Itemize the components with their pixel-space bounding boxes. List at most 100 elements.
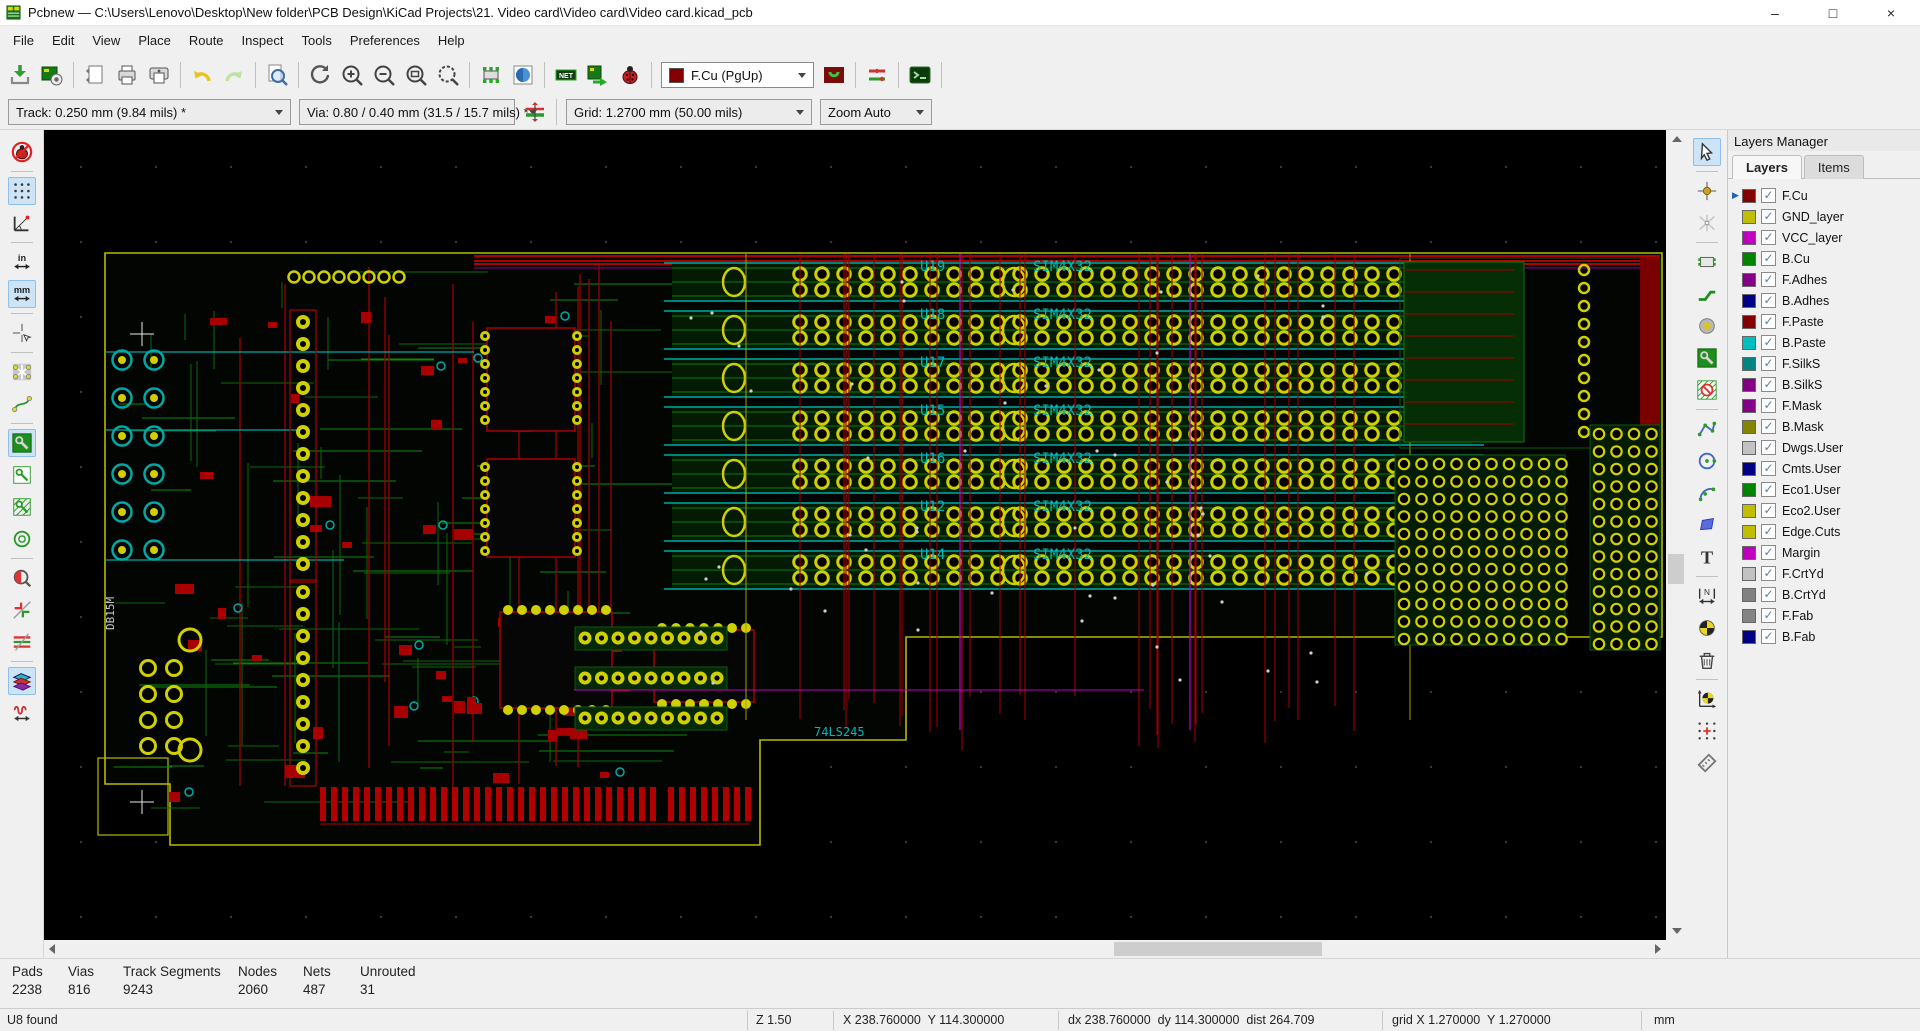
layer-color-swatch[interactable] xyxy=(1742,546,1756,560)
layer-row-gnd_layer[interactable]: ✓GND_layer xyxy=(1732,206,1920,227)
redo-icon[interactable] xyxy=(219,60,249,90)
add-dimension-icon[interactable]: N xyxy=(1693,582,1721,610)
menu-preferences[interactable]: Preferences xyxy=(341,29,429,52)
zone-filled-icon[interactable] xyxy=(8,429,36,457)
place-footprint-icon[interactable] xyxy=(1693,248,1721,276)
find-icon[interactable] xyxy=(262,60,292,90)
pcb-canvas[interactable]: U19SIM4X32U18SIM4X32U17SIM4X32U15SIM4X32… xyxy=(44,130,1666,940)
layer-visibility-checkbox[interactable]: ✓ xyxy=(1761,629,1776,644)
layer-color-swatch[interactable] xyxy=(1742,609,1756,623)
layer-row-f.fab[interactable]: ✓F.Fab xyxy=(1732,605,1920,626)
layer-color-swatch[interactable] xyxy=(1742,399,1756,413)
draw-line-icon[interactable] xyxy=(1693,415,1721,443)
layer-visibility-checkbox[interactable]: ✓ xyxy=(1761,524,1776,539)
layer-color-swatch[interactable] xyxy=(1742,210,1756,224)
3d-viewer-icon[interactable] xyxy=(508,60,538,90)
auto-track-width-icon[interactable] xyxy=(520,97,550,127)
horizontal-scrollbar[interactable] xyxy=(44,940,1666,958)
layer-row-f.mask[interactable]: ✓F.Mask xyxy=(1732,395,1920,416)
menu-inspect[interactable]: Inspect xyxy=(233,29,293,52)
layers-stack-icon[interactable] xyxy=(8,667,36,695)
layer-visibility-checkbox[interactable]: ✓ xyxy=(1761,293,1776,308)
draw-polygon-icon[interactable] xyxy=(1693,511,1721,539)
layer-color-swatch[interactable] xyxy=(1742,189,1756,203)
layer-color-swatch[interactable] xyxy=(1742,441,1756,455)
refresh-icon[interactable] xyxy=(305,60,335,90)
add-text-icon[interactable]: T xyxy=(1693,543,1721,571)
layer-color-swatch[interactable] xyxy=(1742,378,1756,392)
track-width-select[interactable]: Track: 0.250 mm (9.84 mils) * xyxy=(8,99,291,125)
via-size-select[interactable]: Via: 0.80 / 0.40 mm (31.5 / 15.7 mils) * xyxy=(299,99,515,125)
draw-circle-icon[interactable] xyxy=(1693,447,1721,475)
zoom-selection-icon[interactable] xyxy=(433,60,463,90)
layer-visibility-checkbox[interactable]: ✓ xyxy=(1761,482,1776,497)
layer-visibility-checkbox[interactable]: ✓ xyxy=(1761,608,1776,623)
print-icon[interactable] xyxy=(112,60,142,90)
layer-row-b.silks[interactable]: ✓B.SilkS xyxy=(1732,374,1920,395)
layer-visibility-checkbox[interactable]: ✓ xyxy=(1761,335,1776,350)
layer-visibility-checkbox[interactable]: ✓ xyxy=(1761,461,1776,476)
layer-row-b.crtyd[interactable]: ✓B.CrtYd xyxy=(1732,584,1920,605)
layer-row-f.paste[interactable]: ✓F.Paste xyxy=(1732,311,1920,332)
page-settings-icon[interactable] xyxy=(80,60,110,90)
layer-visibility-checkbox[interactable]: ✓ xyxy=(1761,188,1776,203)
delete-tool-icon[interactable] xyxy=(1693,646,1721,674)
scroll-down-icon[interactable] xyxy=(1672,928,1682,934)
layer-row-b.cu[interactable]: ✓B.Cu xyxy=(1732,248,1920,269)
layer-visibility-checkbox[interactable]: ✓ xyxy=(1761,209,1776,224)
menu-help[interactable]: Help xyxy=(429,29,474,52)
minimize-button[interactable]: – xyxy=(1746,0,1804,26)
zone-outline-icon[interactable] xyxy=(8,461,36,489)
layer-visibility-checkbox[interactable]: ✓ xyxy=(1761,503,1776,518)
layer-color-swatch[interactable] xyxy=(1742,273,1756,287)
layer-visibility-checkbox[interactable]: ✓ xyxy=(1761,566,1776,581)
menu-view[interactable]: View xyxy=(83,29,129,52)
layer-row-cmts.user[interactable]: ✓Cmts.User xyxy=(1732,458,1920,479)
layer-color-swatch[interactable] xyxy=(1742,315,1756,329)
add-keepout-icon[interactable] xyxy=(1693,376,1721,404)
layer-color-swatch[interactable] xyxy=(1742,420,1756,434)
undo-icon[interactable] xyxy=(187,60,217,90)
tab-items[interactable]: Items xyxy=(1804,155,1864,179)
menu-route[interactable]: Route xyxy=(180,29,233,52)
add-via-icon[interactable] xyxy=(1693,312,1721,340)
layer-color-swatch[interactable] xyxy=(1742,567,1756,581)
layer-color-swatch[interactable] xyxy=(1742,483,1756,497)
layer-color-swatch[interactable] xyxy=(1742,588,1756,602)
zoom-select[interactable]: Zoom Auto xyxy=(820,99,932,125)
menu-edit[interactable]: Edit xyxy=(43,29,83,52)
vertical-scroll-thumb[interactable] xyxy=(1668,554,1684,584)
high-contrast-icon[interactable] xyxy=(8,564,36,592)
layer-color-swatch[interactable] xyxy=(1742,357,1756,371)
layer-color-swatch[interactable] xyxy=(1742,462,1756,476)
layer-row-margin[interactable]: ✓Margin xyxy=(1732,542,1920,563)
menu-place[interactable]: Place xyxy=(129,29,180,52)
layer-visibility-checkbox[interactable]: ✓ xyxy=(1761,587,1776,602)
layer-row-dwgs.user[interactable]: ✓Dwgs.User xyxy=(1732,437,1920,458)
layer-row-b.fab[interactable]: ✓B.Fab xyxy=(1732,626,1920,647)
highlight-net-tool-icon[interactable] xyxy=(1693,177,1721,205)
layer-row-vcc_layer[interactable]: ✓VCC_layer xyxy=(1732,227,1920,248)
pad-outline-icon[interactable] xyxy=(8,596,36,624)
layer-visibility-checkbox[interactable]: ✓ xyxy=(1761,230,1776,245)
layer-visibility-checkbox[interactable]: ✓ xyxy=(1761,377,1776,392)
drill-origin-icon[interactable] xyxy=(1693,685,1721,713)
units-inches-icon[interactable]: in xyxy=(8,248,36,276)
maximize-button[interactable]: □ xyxy=(1804,0,1862,26)
layer-color-swatch[interactable] xyxy=(1742,525,1756,539)
grid-dots-icon[interactable] xyxy=(8,177,36,205)
drc-icon[interactable] xyxy=(615,60,645,90)
via-outline-icon[interactable] xyxy=(8,525,36,553)
layer-color-swatch[interactable] xyxy=(1742,336,1756,350)
local-ratsnest-icon[interactable] xyxy=(1693,209,1721,237)
layer-visibility-checkbox[interactable]: ✓ xyxy=(1761,398,1776,413)
layer-visibility-checkbox[interactable]: ✓ xyxy=(1761,419,1776,434)
layer-row-edge.cuts[interactable]: ✓Edge.Cuts xyxy=(1732,521,1920,542)
layer-visibility-checkbox[interactable]: ✓ xyxy=(1761,272,1776,287)
length-tuning-icon[interactable] xyxy=(8,699,36,727)
layer-color-swatch[interactable] xyxy=(1742,294,1756,308)
menu-file[interactable]: File xyxy=(4,29,43,52)
add-filled-zone-icon[interactable] xyxy=(1693,344,1721,372)
ratsnest-hidden-icon[interactable] xyxy=(8,358,36,386)
layer-row-eco2.user[interactable]: ✓Eco2.User xyxy=(1732,500,1920,521)
